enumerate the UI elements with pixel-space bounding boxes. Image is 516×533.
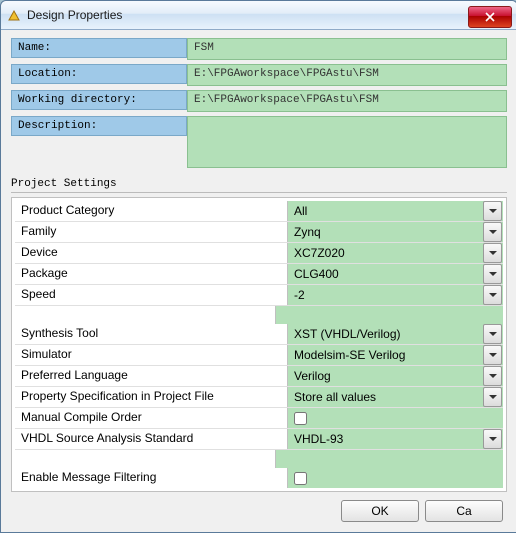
preferred-language-select[interactable]: Verilog [287, 366, 503, 386]
device-select[interactable]: XC7Z020 [287, 243, 503, 263]
message-filtering-label: Enable Message Filtering [15, 468, 287, 488]
device-label: Device [15, 243, 287, 263]
row-manual-compile: Manual Compile Order [15, 408, 503, 429]
location-label: Location: [11, 64, 187, 84]
product-category-select[interactable]: All [287, 201, 503, 221]
synthesis-tool-select[interactable]: XST (VHDL/Verilog) [287, 324, 503, 344]
workdir-label: Working directory: [11, 90, 187, 110]
dropdown-icon[interactable] [483, 243, 502, 263]
app-icon [7, 8, 21, 22]
description-label: Description: [11, 116, 187, 136]
package-select[interactable]: CLG400 [287, 264, 503, 284]
spacer-row [15, 450, 503, 468]
row-preferred-language: Preferred Language Verilog [15, 366, 503, 387]
dropdown-icon[interactable] [483, 285, 502, 305]
message-filtering-checkbox[interactable] [294, 472, 307, 485]
cancel-button[interactable]: Ca [425, 500, 503, 522]
close-button[interactable] [468, 6, 512, 28]
description-field[interactable] [187, 116, 507, 168]
dialog-window: Design Properties Name: FSM Location: E:… [0, 0, 516, 533]
name-field[interactable]: FSM [187, 38, 507, 60]
vhdl-std-label: VHDL Source Analysis Standard [15, 429, 287, 449]
spacer-row [15, 306, 503, 324]
manual-compile-checkbox[interactable] [294, 412, 307, 425]
dropdown-icon[interactable] [483, 429, 502, 449]
speed-label: Speed [15, 285, 287, 305]
manual-compile-checkbox-cell [287, 408, 503, 428]
row-synthesis-tool: Synthesis Tool XST (VHDL/Verilog) [15, 324, 503, 345]
location-field: E:\FPGAworkspace\FPGAstu\FSM [187, 64, 507, 86]
simulator-select[interactable]: Modelsim-SE Verilog [287, 345, 503, 365]
synthesis-tool-label: Synthesis Tool [15, 324, 287, 344]
titlebar[interactable]: Design Properties [1, 1, 516, 30]
workdir-field: E:\FPGAworkspace\FPGAstu\FSM [187, 90, 507, 112]
family-select[interactable]: Zynq [287, 222, 503, 242]
dialog-content: Name: FSM Location: E:\FPGAworkspace\FPG… [1, 30, 516, 532]
window-title: Design Properties [27, 8, 468, 22]
manual-compile-label: Manual Compile Order [15, 408, 287, 428]
property-spec-select[interactable]: Store all values [287, 387, 503, 407]
row-speed: Speed -2 [15, 285, 503, 306]
row-device: Device XC7Z020 [15, 243, 503, 264]
row-property-spec: Property Specification in Project File S… [15, 387, 503, 408]
dropdown-icon[interactable] [483, 201, 502, 221]
ok-button[interactable]: OK [341, 500, 419, 522]
row-product-category: Product Category All [15, 201, 503, 222]
dropdown-icon[interactable] [483, 264, 502, 284]
product-category-label: Product Category [15, 201, 287, 221]
row-simulator: Simulator Modelsim-SE Verilog [15, 345, 503, 366]
name-label: Name: [11, 38, 187, 58]
property-spec-label: Property Specification in Project File [15, 387, 287, 407]
simulator-label: Simulator [15, 345, 287, 365]
row-package: Package CLG400 [15, 264, 503, 285]
row-family: Family Zynq [15, 222, 503, 243]
message-filtering-checkbox-cell [287, 468, 503, 488]
dropdown-icon[interactable] [483, 366, 502, 386]
close-icon [485, 12, 495, 22]
speed-select[interactable]: -2 [287, 285, 503, 305]
family-label: Family [15, 222, 287, 242]
dropdown-icon[interactable] [483, 222, 502, 242]
row-message-filtering: Enable Message Filtering [15, 468, 503, 488]
package-label: Package [15, 264, 287, 284]
dropdown-icon[interactable] [483, 387, 502, 407]
preferred-language-label: Preferred Language [15, 366, 287, 386]
dropdown-icon[interactable] [483, 324, 502, 344]
settings-grid: Product Category All Family Zynq Device … [11, 197, 507, 492]
vhdl-std-select[interactable]: VHDL-93 [287, 429, 503, 449]
dropdown-icon[interactable] [483, 345, 502, 365]
section-header: Project Settings [11, 178, 507, 193]
row-vhdl-std: VHDL Source Analysis Standard VHDL-93 [15, 429, 503, 450]
